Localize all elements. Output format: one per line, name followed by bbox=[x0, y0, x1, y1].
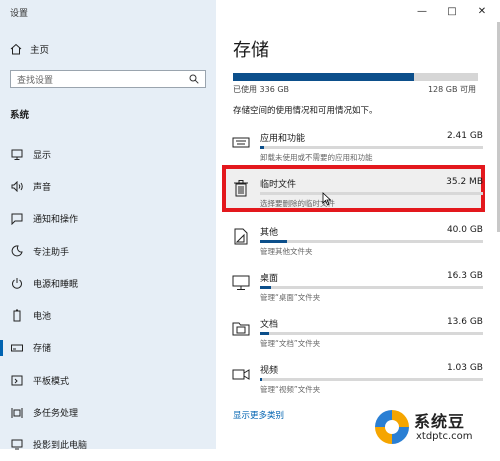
sidebar-item-storage[interactable]: 存储 bbox=[0, 332, 216, 364]
minimize-button[interactable]: — bbox=[407, 0, 437, 22]
sidebar-item-notifications[interactable]: 通知和操作 bbox=[0, 203, 216, 235]
sidebar-item-label: 电源和睡眠 bbox=[33, 279, 79, 290]
sidebar-item-sound[interactable]: 声音 bbox=[0, 170, 216, 202]
battery-icon bbox=[10, 309, 24, 323]
category-size: 13.6 GB bbox=[446, 317, 483, 327]
category-documents[interactable]: 文档 13.6 GB 管理“文档”文件夹 bbox=[230, 313, 488, 357]
sidebar-item-label: 存储 bbox=[33, 344, 52, 355]
sidebar-item-label: 投影到此电脑 bbox=[33, 441, 88, 452]
sidebar-item-label: 电池 bbox=[33, 312, 52, 323]
power-icon bbox=[10, 276, 24, 290]
category-bar-fill bbox=[260, 146, 265, 149]
category-size: 2.41 GB bbox=[446, 131, 483, 141]
page-title: 存储 bbox=[233, 40, 269, 61]
category-bar-fill bbox=[260, 378, 263, 381]
sidebar-item-focus-assist[interactable]: 专注助手 bbox=[0, 235, 216, 267]
category-description: 管理“文档”文件夹 bbox=[260, 339, 321, 348]
category-bar bbox=[260, 240, 483, 243]
category-size: 40.0 GB bbox=[446, 225, 483, 235]
focus-assist-icon bbox=[10, 244, 24, 258]
category-description: 管理“视频”文件夹 bbox=[260, 385, 321, 394]
desktop-icon bbox=[232, 275, 250, 290]
window-title: 设置 bbox=[10, 9, 29, 19]
file-other-icon bbox=[234, 228, 248, 245]
main-panel: — □ ✕ 存储 已使用 336 GB 128 GB 可用 存储空间的使用情况和… bbox=[216, 0, 500, 449]
home-link[interactable]: 主页 bbox=[10, 42, 49, 56]
free-space-label: 128 GB 可用 bbox=[427, 85, 476, 94]
sidebar-item-battery[interactable]: 电池 bbox=[0, 299, 216, 331]
storage-icon bbox=[10, 341, 24, 355]
home-label: 主页 bbox=[30, 45, 50, 56]
logo-icon bbox=[374, 409, 410, 445]
sidebar-item-power[interactable]: 电源和睡眠 bbox=[0, 267, 216, 299]
category-videos[interactable]: 视频 1.03 GB 管理“视频”文件夹 bbox=[230, 359, 488, 403]
sidebar: 设置 主页 查找设置 系统 显示 声音 通知和操作 专注助手 电源和睡眠 电池 … bbox=[0, 0, 216, 451]
category-size: 35.2 MB bbox=[446, 177, 483, 187]
mouse-cursor-icon bbox=[322, 192, 332, 206]
category-bar-fill bbox=[260, 240, 287, 243]
storage-usage-bar bbox=[233, 73, 478, 81]
sidebar-item-label: 声音 bbox=[33, 182, 52, 193]
search-placeholder: 查找设置 bbox=[17, 75, 54, 86]
maximize-button[interactable]: □ bbox=[437, 0, 467, 22]
category-name: 桌面 bbox=[260, 274, 279, 284]
category-name: 视频 bbox=[260, 366, 279, 376]
show-more-categories-link[interactable]: 显示更多类别 bbox=[233, 409, 284, 421]
category-description: 卸载未使用或不需要的应用和功能 bbox=[260, 153, 373, 162]
sidebar-item-label: 专注助手 bbox=[33, 247, 70, 258]
category-name: 应用和功能 bbox=[260, 134, 306, 144]
sidebar-item-display[interactable]: 显示 bbox=[0, 138, 216, 170]
tablet-icon bbox=[10, 373, 24, 387]
sound-icon bbox=[10, 179, 24, 193]
sidebar-item-tablet[interactable]: 平板模式 bbox=[0, 364, 216, 396]
category-bar bbox=[260, 146, 483, 149]
sidebar-item-project[interactable]: 投影到此电脑 bbox=[0, 429, 216, 461]
display-icon bbox=[10, 147, 24, 161]
used-space-label: 已使用 336 GB bbox=[233, 85, 290, 94]
home-icon bbox=[10, 43, 22, 55]
category-size: 1.03 GB bbox=[446, 363, 483, 373]
category-bar bbox=[260, 378, 483, 381]
logo-name: 系统豆 bbox=[414, 412, 466, 431]
category-other[interactable]: 其他 40.0 GB 管理其他文件夹 bbox=[230, 221, 488, 265]
category-description: 管理其他文件夹 bbox=[260, 247, 313, 256]
category-bar-fill bbox=[260, 286, 272, 289]
category-name: 临时文件 bbox=[260, 180, 297, 190]
category-description: 管理“桌面”文件夹 bbox=[260, 293, 321, 302]
notifications-icon bbox=[10, 212, 24, 226]
category-name: 其他 bbox=[260, 228, 279, 238]
sidebar-item-label: 通知和操作 bbox=[33, 215, 79, 226]
storage-description: 存储空间的使用情况和可用情况如下。 bbox=[233, 106, 378, 116]
close-button[interactable]: ✕ bbox=[467, 0, 497, 22]
category-temp-files[interactable]: 临时文件 35.2 MB 选择要删除的临时文件 bbox=[230, 173, 488, 217]
search-input[interactable]: 查找设置 bbox=[10, 70, 206, 88]
documents-icon bbox=[232, 322, 250, 336]
sidebar-item-label: 显示 bbox=[33, 150, 52, 161]
sidebar-item-label: 平板模式 bbox=[33, 376, 70, 387]
search-icon[interactable] bbox=[189, 74, 199, 84]
sidebar-item-label: 多任务处理 bbox=[33, 409, 79, 420]
category-bar bbox=[260, 286, 483, 289]
category-size: 16.3 GB bbox=[446, 271, 483, 281]
keyboard-icon bbox=[232, 137, 250, 148]
sidebar-item-multitask[interactable]: 多任务处理 bbox=[0, 396, 216, 428]
watermark-logo: 系统豆 xtdptc.com bbox=[370, 406, 498, 448]
category-desktop[interactable]: 桌面 16.3 GB 管理“桌面”文件夹 bbox=[230, 267, 488, 311]
logo-url: xtdptc.com bbox=[416, 431, 473, 442]
trash-icon bbox=[234, 180, 248, 197]
category-bar bbox=[260, 192, 483, 195]
category-apps[interactable]: 应用和功能 2.41 GB 卸载未使用或不需要的应用和功能 bbox=[230, 127, 488, 171]
sidebar-nav: 显示 声音 通知和操作 专注助手 电源和睡眠 电池 存储 平板模式 多任务处理 … bbox=[0, 138, 216, 461]
section-heading: 系统 bbox=[10, 110, 30, 121]
multitask-icon bbox=[10, 406, 24, 420]
category-bar-fill bbox=[260, 332, 269, 335]
video-icon bbox=[232, 369, 250, 380]
storage-usage-fill bbox=[233, 73, 415, 81]
category-bar bbox=[260, 332, 483, 335]
category-name: 文档 bbox=[260, 320, 279, 330]
project-icon bbox=[10, 438, 24, 452]
